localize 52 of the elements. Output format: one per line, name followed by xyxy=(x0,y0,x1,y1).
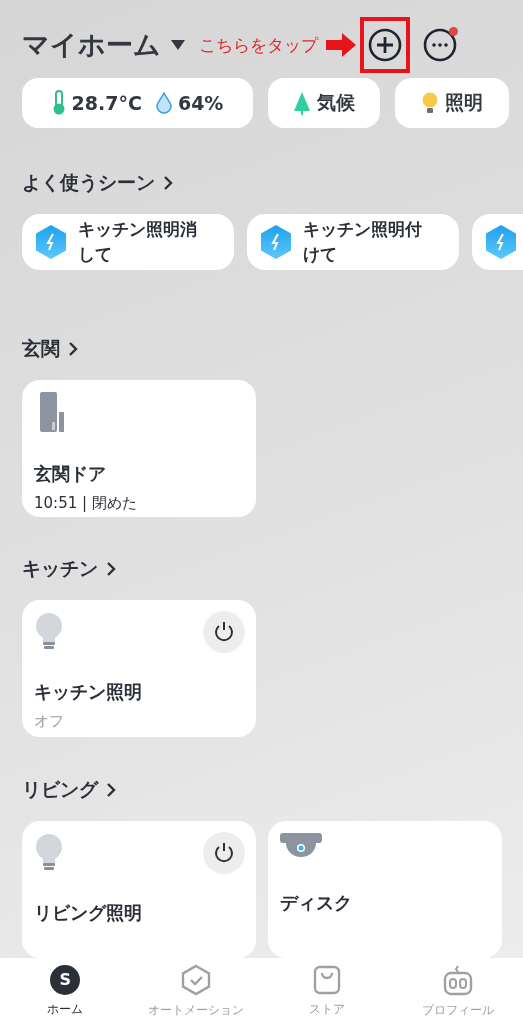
power-icon xyxy=(213,621,235,644)
device-card[interactable]: 玄関ドア 10:51 | 閉めた xyxy=(22,379,256,517)
section-title[interactable]: よく使うシーン xyxy=(22,169,173,196)
climate-chip[interactable]: 気候 xyxy=(268,78,380,128)
avatar: S xyxy=(50,964,81,995)
scene-name: キッチン照明付けて xyxy=(303,217,423,266)
device-name: リビング照明 xyxy=(34,901,143,925)
more-icon xyxy=(422,27,458,63)
nav-tab[interactable]: S ホーム xyxy=(0,958,131,1024)
humidity-text: 64% xyxy=(177,92,224,114)
device-status: オフ xyxy=(34,712,65,732)
home-title[interactable]: マイホーム xyxy=(22,27,161,63)
plus-icon xyxy=(368,28,402,62)
annotation-text: こちらをタップ xyxy=(199,33,318,57)
bag-icon xyxy=(312,964,341,995)
robot-icon xyxy=(441,963,474,996)
weather-chip[interactable]: 28.7°C 64% xyxy=(22,78,253,128)
lightning-icon xyxy=(484,223,518,260)
dropdown-caret-icon[interactable] xyxy=(171,40,185,50)
arrow-icon xyxy=(326,33,356,57)
power-icon xyxy=(213,842,235,864)
lighting-chip[interactable]: 照明 xyxy=(395,78,509,128)
check-icon xyxy=(180,963,213,996)
bulb-icon xyxy=(34,833,64,873)
chevron-icon xyxy=(106,782,116,798)
lightning-icon xyxy=(34,223,68,260)
add-button[interactable] xyxy=(360,17,410,73)
room-title[interactable]: キッチン xyxy=(22,556,116,583)
lightning-icon xyxy=(259,223,293,260)
device-card[interactable]: ディスク xyxy=(268,821,502,958)
room-title[interactable]: 玄関 xyxy=(22,335,78,362)
tree-icon xyxy=(293,91,311,115)
device-name: キッチン照明 xyxy=(34,680,143,705)
device-card[interactable]: リビング照明 xyxy=(22,821,256,958)
scene-card[interactable]: キッチン照明付けて xyxy=(247,213,459,270)
chevron-icon xyxy=(68,340,78,357)
device-name: 玄関ドア xyxy=(34,461,107,486)
chevron-icon xyxy=(106,561,116,578)
temperature-text: 28.7°C xyxy=(71,92,142,114)
device-status: 10:51 | 閉めた xyxy=(34,493,138,513)
power-button[interactable] xyxy=(203,611,245,654)
drop-icon xyxy=(155,92,172,114)
scene-card[interactable]: キッチン照明消して xyxy=(22,213,234,270)
device-name: ディスク xyxy=(280,891,353,915)
more-button[interactable] xyxy=(422,27,458,63)
power-button[interactable] xyxy=(203,832,245,874)
chevron-icon xyxy=(163,174,173,191)
room-title[interactable]: リビング xyxy=(22,777,116,803)
scene-name: キッチン照明消して xyxy=(78,217,198,266)
thermometer-icon xyxy=(51,90,66,116)
bulb-icon xyxy=(421,91,439,115)
device-card[interactable]: キッチン照明 オフ xyxy=(22,600,256,738)
